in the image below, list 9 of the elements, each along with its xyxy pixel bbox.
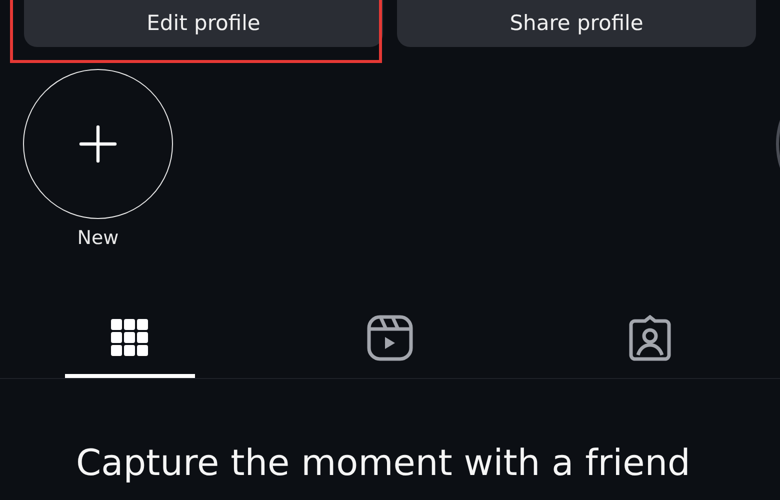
grid-icon	[111, 319, 149, 357]
play-clip-icon	[367, 315, 413, 361]
highlight-label: New	[77, 227, 119, 249]
plus-icon	[78, 124, 118, 164]
share-profile-button[interactable]: Share profile	[397, 0, 756, 47]
edit-profile-button[interactable]: Edit profile	[24, 0, 383, 47]
person-frame-icon	[627, 315, 673, 361]
empty-state-heading: Capture the moment with a friend	[75, 443, 692, 484]
new-highlight-button[interactable]	[23, 69, 173, 219]
